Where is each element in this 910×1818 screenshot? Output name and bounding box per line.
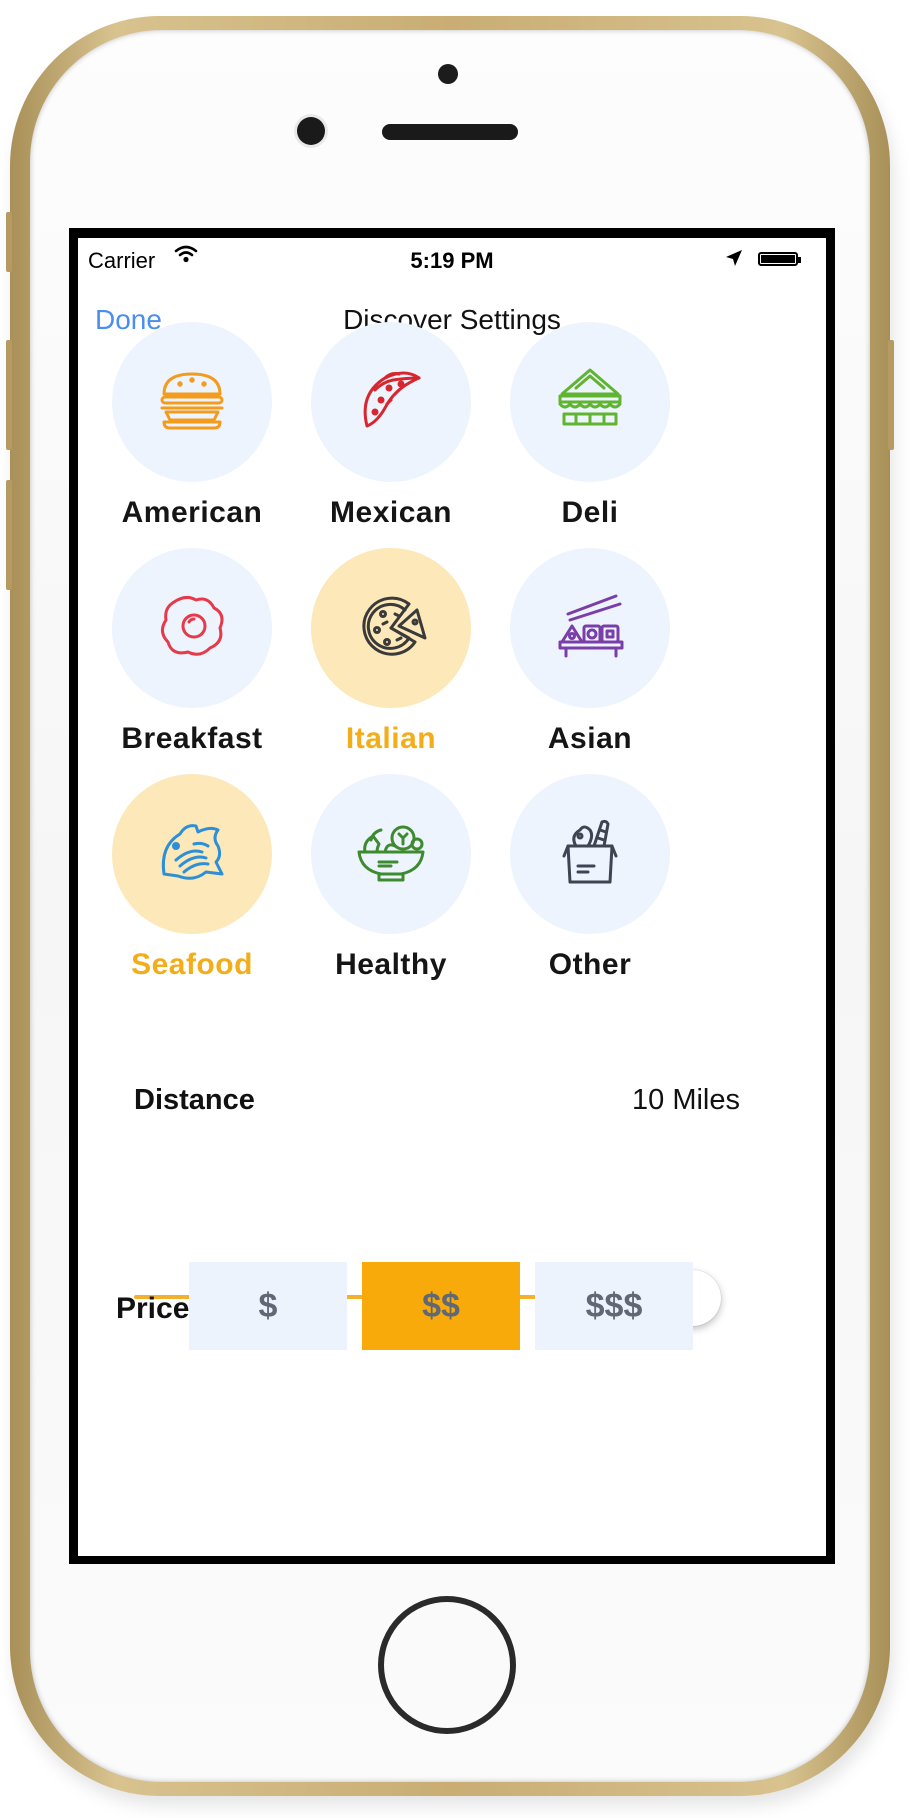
category-circle [510, 548, 670, 708]
category-label: Asian [547, 722, 633, 755]
battery-icon [758, 252, 801, 266]
sushi-icon [554, 590, 626, 667]
category-circle [311, 322, 471, 482]
price-label: Price [116, 1292, 190, 1325]
category-deli[interactable]: Deli [490, 322, 690, 530]
category-italian[interactable]: Italian [291, 548, 491, 756]
fish-icon [156, 816, 228, 893]
volume-down-button [6, 480, 12, 590]
category-label: Breakfast [121, 722, 263, 755]
price-option-1[interactable]: $ [189, 1262, 347, 1350]
price-option-2[interactable]: $$ [362, 1262, 520, 1350]
burger-icon [156, 364, 228, 441]
category-mexican[interactable]: Mexican [291, 322, 491, 530]
price-option-3[interactable]: $$$ [535, 1262, 693, 1350]
home-button[interactable] [378, 1596, 516, 1734]
category-circle [112, 774, 272, 934]
power-button [888, 340, 894, 450]
location-arrow-icon [724, 248, 744, 274]
taco-icon [355, 364, 427, 441]
distance-label: Distance [134, 1084, 255, 1116]
category-label: Other [548, 948, 632, 981]
clock: 5:19 PM [410, 248, 494, 273]
sandwich-icon [554, 364, 626, 441]
category-other[interactable]: Other [490, 774, 690, 982]
category-circle [112, 548, 272, 708]
app-screen: Carrier 5:19 PM Done Discover Settings A… [78, 238, 826, 1556]
distance-value: 10 Miles [632, 1084, 740, 1116]
egg-icon [156, 590, 228, 667]
front-camera [297, 117, 325, 145]
category-circle [112, 322, 272, 482]
category-label: Deli [561, 496, 619, 529]
category-asian[interactable]: Asian [490, 548, 690, 756]
category-circle [311, 548, 471, 708]
category-american[interactable]: American [92, 322, 292, 530]
category-breakfast[interactable]: Breakfast [92, 548, 292, 756]
category-healthy[interactable]: Healthy [291, 774, 491, 982]
proximity-sensor [438, 64, 458, 84]
category-circle [311, 774, 471, 934]
category-label: Mexican [330, 496, 452, 529]
pizza-icon [355, 590, 427, 667]
category-label: Healthy [335, 948, 447, 981]
category-circle [510, 322, 670, 482]
mute-switch [6, 212, 12, 272]
status-bar: Carrier 5:19 PM [78, 238, 826, 278]
volume-up-button [6, 340, 12, 450]
category-circle [510, 774, 670, 934]
earpiece-speaker [382, 124, 518, 140]
category-seafood[interactable]: Seafood [92, 774, 292, 982]
grocery-bag-icon [554, 816, 626, 893]
category-label: American [121, 496, 263, 529]
category-label: Seafood [131, 948, 253, 981]
category-label: Italian [345, 722, 437, 755]
salad-bowl-icon [355, 816, 427, 893]
